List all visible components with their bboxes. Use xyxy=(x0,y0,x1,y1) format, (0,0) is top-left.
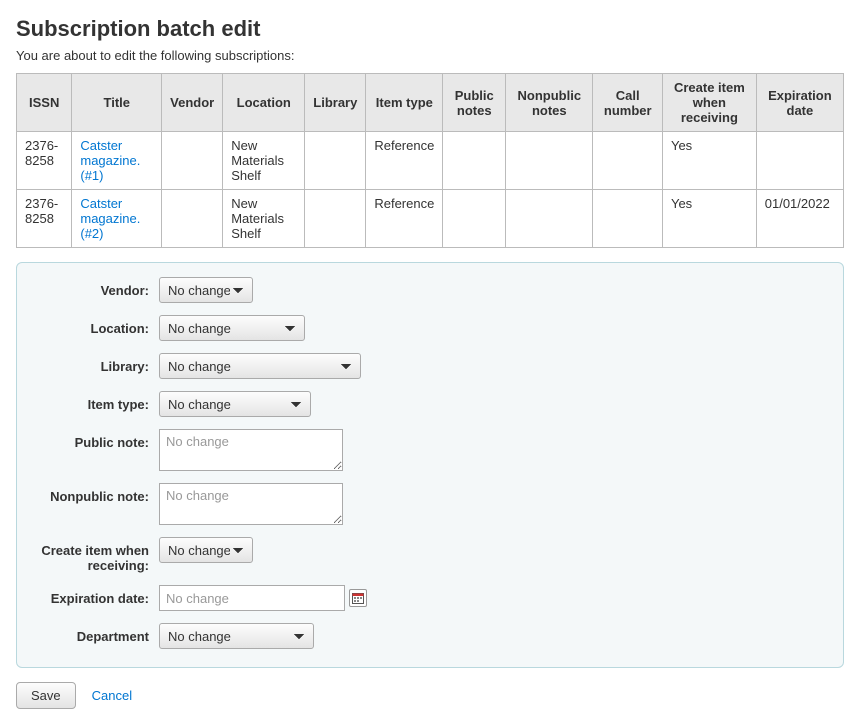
cell-item-type: Reference xyxy=(366,190,443,248)
cell-create-item: Yes xyxy=(662,190,756,248)
cell-location: New Materials Shelf xyxy=(223,190,305,248)
cell-issn: 2376-8258 xyxy=(17,190,72,248)
cell-nonpublic-notes xyxy=(506,132,593,190)
cell-call-number xyxy=(593,190,663,248)
cell-library xyxy=(305,190,366,248)
cell-public-notes xyxy=(443,190,506,248)
location-label: Location: xyxy=(31,315,159,336)
col-call-number: Call number xyxy=(593,74,663,132)
cell-item-type: Reference xyxy=(366,132,443,190)
subscriptions-table: ISSN Title Vendor Location Library Item … xyxy=(16,73,844,248)
col-public-notes: Public notes xyxy=(443,74,506,132)
vendor-label: Vendor: xyxy=(31,277,159,298)
intro-text: You are about to edit the following subs… xyxy=(16,48,844,63)
expiration-date-label: Expiration date: xyxy=(31,585,159,606)
create-item-select[interactable]: No change xyxy=(159,537,253,563)
calendar-button[interactable] xyxy=(349,589,367,607)
cell-create-item: Yes xyxy=(662,132,756,190)
cell-nonpublic-notes xyxy=(506,190,593,248)
cell-public-notes xyxy=(443,132,506,190)
col-library: Library xyxy=(305,74,366,132)
page-title: Subscription batch edit xyxy=(16,16,844,42)
title-link[interactable]: Catster magazine. (#1) xyxy=(80,138,140,183)
col-item-type: Item type xyxy=(366,74,443,132)
cell-vendor xyxy=(162,132,223,190)
item-type-select[interactable]: No change xyxy=(159,391,311,417)
cancel-link[interactable]: Cancel xyxy=(92,688,132,703)
vendor-select[interactable]: No change xyxy=(159,277,253,303)
create-item-label: Create item when receiving: xyxy=(31,537,159,573)
cell-vendor xyxy=(162,190,223,248)
expiration-date-input[interactable] xyxy=(159,585,345,611)
cell-issn: 2376-8258 xyxy=(17,132,72,190)
item-type-label: Item type: xyxy=(31,391,159,412)
location-select[interactable]: No change xyxy=(159,315,305,341)
table-row: 2376-8258 Catster magazine. (#1) New Mat… xyxy=(17,132,844,190)
form-actions: Save Cancel xyxy=(16,682,844,709)
department-select[interactable]: No change xyxy=(159,623,314,649)
department-label: Department xyxy=(31,623,159,644)
calendar-icon xyxy=(352,592,364,604)
cell-expiration: 01/01/2022 xyxy=(756,190,843,248)
col-create-item: Create item when receiving xyxy=(662,74,756,132)
cell-expiration xyxy=(756,132,843,190)
nonpublic-note-textarea[interactable] xyxy=(159,483,343,525)
cell-library xyxy=(305,132,366,190)
public-note-textarea[interactable] xyxy=(159,429,343,471)
col-title: Title xyxy=(72,74,162,132)
cell-location: New Materials Shelf xyxy=(223,132,305,190)
col-nonpublic-notes: Nonpublic notes xyxy=(506,74,593,132)
public-note-label: Public note: xyxy=(31,429,159,450)
col-vendor: Vendor xyxy=(162,74,223,132)
edit-form-panel: Vendor: No change Location: No change Li… xyxy=(16,262,844,668)
save-button[interactable]: Save xyxy=(16,682,76,709)
table-row: 2376-8258 Catster magazine. (#2) New Mat… xyxy=(17,190,844,248)
col-issn: ISSN xyxy=(17,74,72,132)
col-location: Location xyxy=(223,74,305,132)
library-label: Library: xyxy=(31,353,159,374)
col-expiration: Expiration date xyxy=(756,74,843,132)
title-link[interactable]: Catster magazine. (#2) xyxy=(80,196,140,241)
nonpublic-note-label: Nonpublic note: xyxy=(31,483,159,504)
cell-call-number xyxy=(593,132,663,190)
library-select[interactable]: No change xyxy=(159,353,361,379)
